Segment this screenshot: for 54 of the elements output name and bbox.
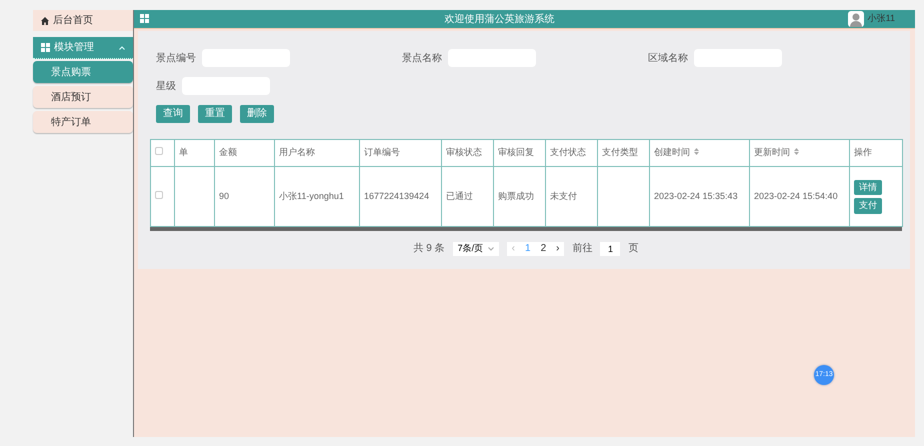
window-title: 欢迎使用蒲公英旅游系统 [443,12,556,26]
avatar-placeholder [848,11,864,27]
column-header: 更新时间 [754,147,790,158]
column-header: 审核状态 [446,147,482,158]
row-action-button[interactable]: 详情 [854,180,882,195]
field-label: 区域名称 [648,52,688,66]
table-cell: 购票成功 [498,190,534,201]
menu-item[interactable]: 特产订单 [33,111,133,133]
next-page-button[interactable]: › [551,242,564,256]
checkbox[interactable] [155,147,163,156]
action-button[interactable]: 查询 [156,105,190,123]
table-cell: 2023-02-24 15:54:40 [754,190,838,201]
action-button[interactable]: 删除 [240,105,274,123]
table-cell: 未支付 [550,190,577,201]
grid-icon [41,43,50,52]
table-cell: 90 [219,190,230,201]
checkbox[interactable] [155,190,163,199]
page-button[interactable]: 2 [536,242,552,256]
page-input[interactable]: 1 [600,242,620,256]
column-header: 审核回复 [498,147,534,158]
table-cell: 小张11-yonghu1 [279,190,344,201]
field-label: 景点编号 [156,52,196,66]
page-size-select[interactable]: 7条/页 [452,242,499,256]
total-count: 共 9 条 [414,242,445,256]
menu-item[interactable]: 景点购票 [33,61,133,83]
column-header: 订单编号 [364,147,400,158]
grid-icon [140,14,151,24]
sort-icon [694,148,699,156]
previous-page-button[interactable]: ‹ [506,242,520,256]
page-button[interactable]: 1 [520,242,536,256]
table-cell: 2023-02-24 15:35:43 [654,190,738,201]
user-name: 小张11 [868,12,895,26]
column-header: 单 [179,147,188,158]
table-cell: 已通过 [446,190,473,201]
home-link[interactable]: 后台首页 [33,10,133,31]
menu-group[interactable]: 模块管理 [33,37,133,59]
column-header: 金额 [219,147,237,158]
goto-label: 前往 [572,242,592,256]
home-icon [41,16,49,24]
table-cell: 1677224139424 [364,190,430,201]
sort-icon [794,148,799,156]
field-label: 星级 [156,80,176,94]
chevron-down-icon [488,246,494,250]
column-header: 用户名称 [279,147,315,158]
column-header: 支付状态 [550,147,586,158]
action-button[interactable]: 重置 [198,105,232,123]
menu-item[interactable]: 酒店预订 [33,86,133,108]
column-header: 操作 [854,147,872,158]
caret-icon [119,46,125,50]
page-suffix: 页 [628,242,638,256]
row-action-button[interactable]: 支付 [854,198,882,214]
column-header: 支付类型 [602,147,638,158]
column-header: 创建时间 [654,147,690,158]
field-label: 景点名称 [402,52,442,66]
